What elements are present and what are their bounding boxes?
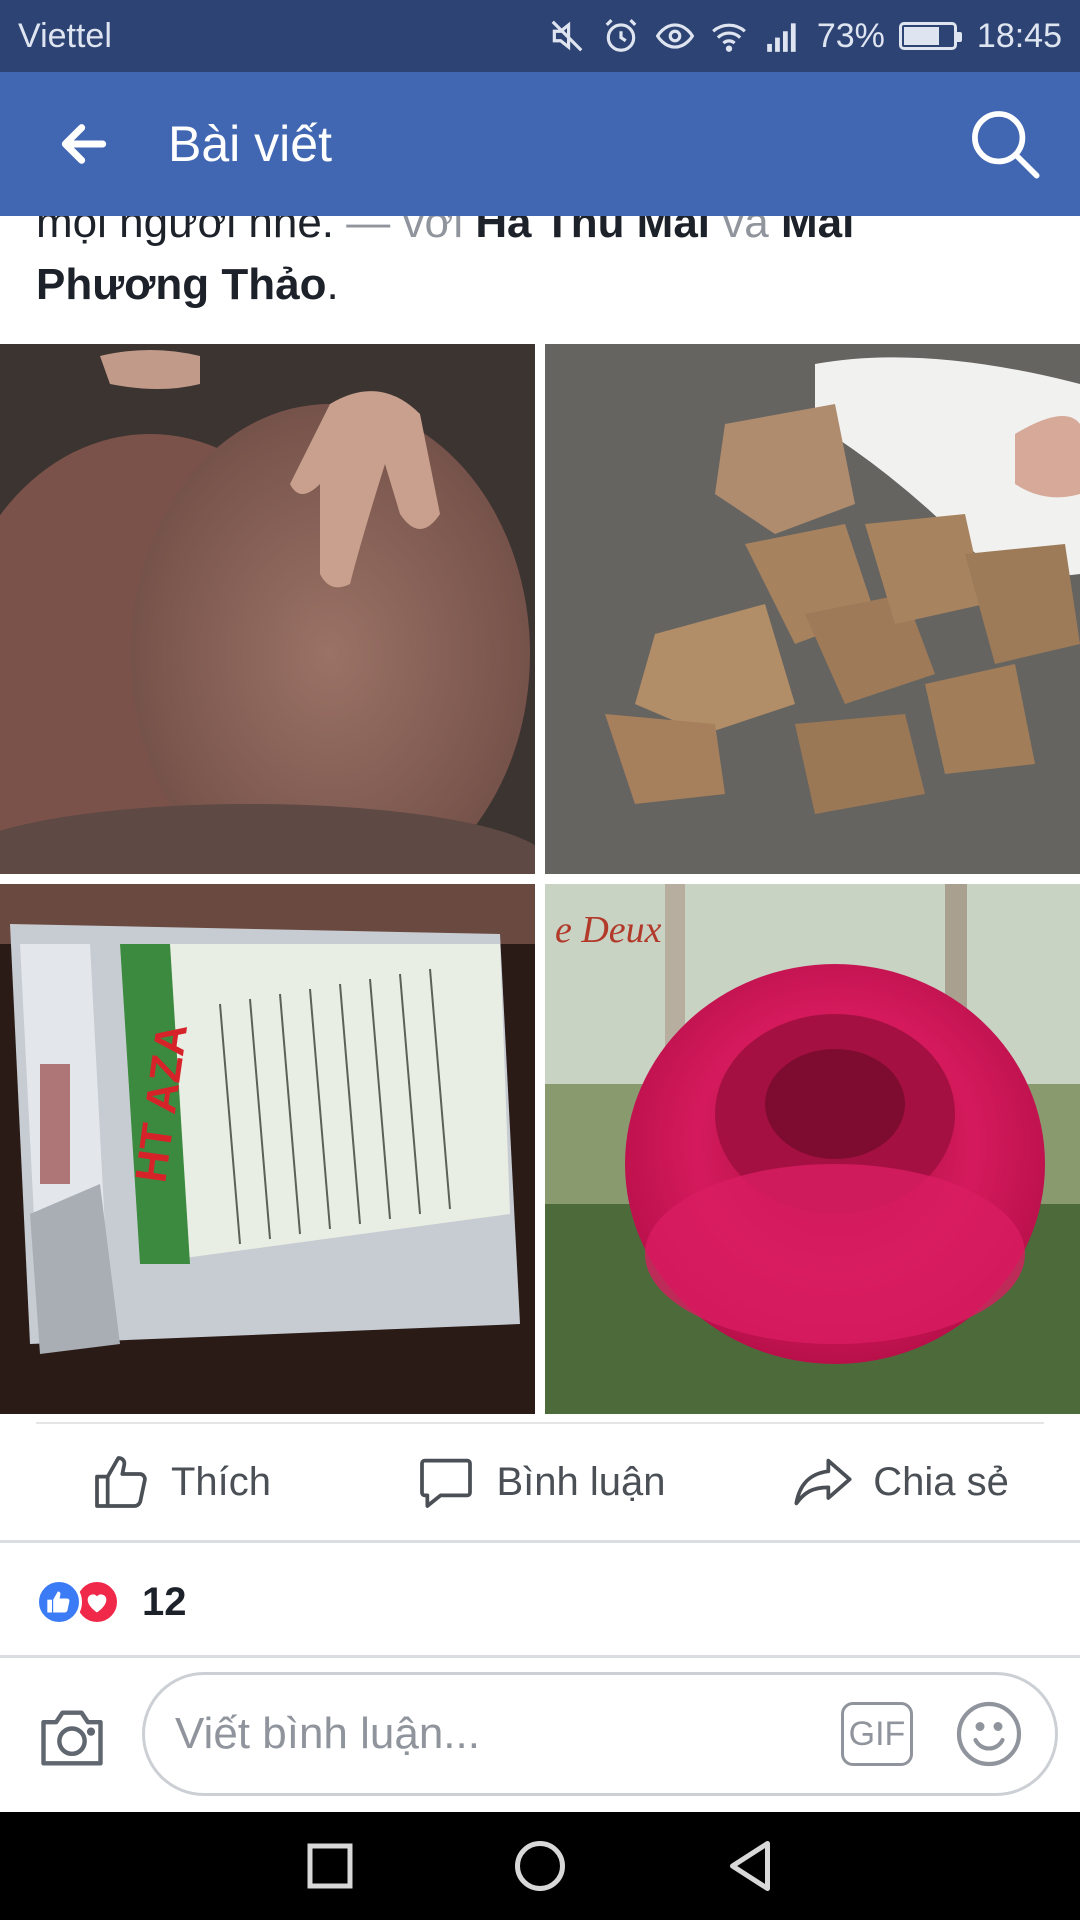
pink-rose-photo[interactable]: e Deux <box>545 884 1080 1414</box>
back-button[interactable] <box>0 72 168 216</box>
dried-manure-discs-photo[interactable] <box>0 344 535 874</box>
back-nav-button[interactable] <box>720 1836 780 1896</box>
mute-icon <box>547 16 587 56</box>
wifi-icon <box>709 16 749 56</box>
end-punct: . <box>326 260 339 309</box>
recents-button[interactable] <box>300 1836 360 1896</box>
share-button[interactable]: Chia sẻ <box>720 1450 1080 1514</box>
home-button[interactable] <box>510 1836 570 1896</box>
status-icons: 73% 18:45 <box>547 16 1062 56</box>
divider <box>0 1655 1080 1658</box>
like-label: Thích <box>170 1459 272 1504</box>
system-nav-bar <box>0 1812 1080 1920</box>
comment-label: Bình luận <box>496 1459 666 1504</box>
status-bar: Viettel 73% 18:45 <box>0 0 1080 72</box>
like-reaction-icon <box>36 1579 82 1625</box>
comment-box[interactable]: GIF <box>142 1672 1058 1796</box>
comment-button[interactable]: Bình luận <box>360 1450 720 1514</box>
share-arrow-icon <box>794 1458 852 1506</box>
deux-watermark: e Deux <box>555 909 662 951</box>
like-button[interactable]: Thích <box>0 1450 360 1514</box>
square-icon <box>307 1843 353 1889</box>
page-title: Bài viết <box>168 116 332 172</box>
carrier-name: Viettel <box>18 16 112 55</box>
search-button[interactable] <box>930 72 1080 216</box>
triangle-back-icon <box>730 1841 770 1891</box>
circle-icon <box>515 1841 565 1891</box>
alarm-icon <box>601 16 641 56</box>
share-label: Chia sẻ <box>873 1459 1009 1504</box>
eye-icon <box>655 16 695 56</box>
smiley-icon <box>956 1701 1022 1767</box>
divider <box>0 1540 1080 1543</box>
emoji-button[interactable] <box>953 1698 1025 1770</box>
search-icon <box>972 111 1040 179</box>
reaction-summary[interactable]: 12 <box>36 1570 187 1634</box>
app-bar: Bài viết <box>0 72 1080 216</box>
camera-button[interactable] <box>34 1700 110 1776</box>
comment-composer: GIF <box>0 1660 1080 1812</box>
signal-icon <box>763 16 803 56</box>
back-arrow-icon <box>61 124 107 164</box>
comment-input[interactable] <box>175 1709 841 1759</box>
photo-grid: HT AZA e Deux <box>0 344 1080 1414</box>
post-actions: Thích Bình luận Chia sẻ <box>0 1424 1080 1540</box>
broken-manure-pieces-photo[interactable] <box>545 344 1080 874</box>
gif-button[interactable]: GIF <box>841 1702 913 1766</box>
camera-icon <box>41 1710 103 1766</box>
ht-aza-product-bag-photo[interactable]: HT AZA <box>0 884 535 1414</box>
comment-bubble-icon <box>420 1458 473 1508</box>
reaction-count: 12 <box>142 1579 187 1624</box>
clock-time: 18:45 <box>976 16 1062 55</box>
battery-percent: 73% <box>816 16 885 55</box>
battery-icon <box>898 22 962 50</box>
thumbs-up-icon <box>95 1456 147 1508</box>
